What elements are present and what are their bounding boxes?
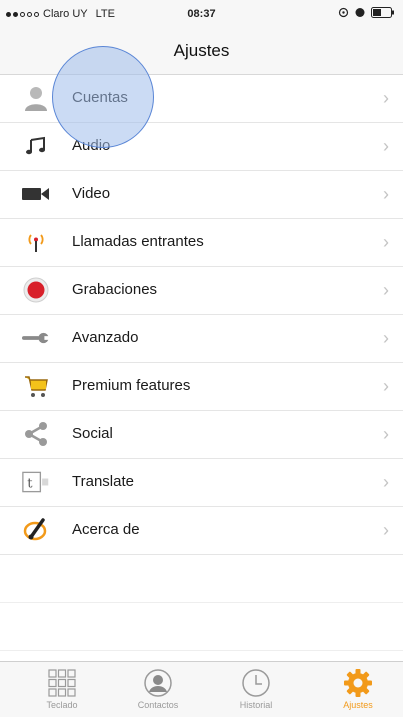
settings-item-label: Social	[72, 425, 113, 442]
wrench-icon	[22, 324, 50, 352]
chevron-right-icon: ›	[383, 232, 389, 252]
chevron-right-icon: ›	[383, 520, 389, 540]
translate-icon: t	[22, 468, 50, 496]
tab-historial[interactable]: Historial	[216, 666, 296, 716]
settings-item-grabaciones[interactable]: Grabaciones ›	[0, 267, 403, 315]
chevron-right-icon: ›	[383, 136, 389, 156]
settings-item-label: Audio	[72, 137, 111, 154]
settings-list: Cuentas › Audio › Video › Llamadas entra…	[0, 75, 403, 651]
tab-label: Historial	[239, 700, 273, 710]
video-camera-icon	[22, 180, 50, 208]
battery-icon	[371, 7, 394, 18]
settings-item-llamadas-entrantes[interactable]: Llamadas entrantes ›	[0, 219, 403, 267]
account-person-icon	[22, 84, 50, 112]
tab-bar: Teclado Contactos Historial Ajustes	[0, 661, 403, 717]
chevron-right-icon: ›	[383, 88, 389, 108]
clock-icon	[216, 666, 296, 700]
settings-item-avanzado[interactable]: Avanzado ›	[0, 315, 403, 363]
settings-item-label: Avanzado	[72, 329, 139, 346]
settings-item-label: Premium features	[72, 377, 191, 394]
settings-item-label: Grabaciones	[72, 281, 158, 298]
chevron-right-icon: ›	[383, 184, 389, 204]
chevron-right-icon: ›	[383, 280, 389, 300]
navigation-bar: Ajustes	[0, 28, 403, 75]
tab-label: Ajustes	[343, 700, 373, 710]
settings-item-label: Video	[72, 185, 111, 202]
alarm-icon	[338, 7, 349, 18]
info-pen-icon	[22, 516, 50, 544]
tab-contactos[interactable]: Contactos	[118, 666, 198, 716]
settings-item-label: Acerca de	[72, 521, 140, 538]
settings-item-label: Translate	[72, 473, 134, 490]
settings-item-premium-features[interactable]: Premium features ›	[0, 363, 403, 411]
tab-label: Teclado	[46, 700, 78, 710]
chevron-right-icon: ›	[383, 472, 389, 492]
music-note-icon	[22, 132, 50, 160]
contacts-icon	[118, 666, 198, 700]
share-icon	[22, 420, 50, 448]
svg-text:t: t	[27, 476, 33, 491]
settings-item-audio[interactable]: Audio ›	[0, 123, 403, 171]
chevron-right-icon: ›	[383, 376, 389, 396]
empty-row	[0, 603, 403, 651]
settings-item-cuentas[interactable]: Cuentas ›	[0, 75, 403, 123]
settings-item-acerca-de[interactable]: Acerca de ›	[0, 507, 403, 555]
settings-item-label: Llamadas entrantes	[72, 233, 204, 250]
lock-rotation-icon	[355, 8, 365, 17]
empty-row	[0, 555, 403, 603]
shopping-cart-icon	[22, 372, 50, 400]
status-icons	[338, 7, 395, 18]
keypad-icon	[22, 666, 102, 700]
settings-item-translate[interactable]: t Translate ›	[0, 459, 403, 507]
antenna-signal-icon	[22, 228, 50, 256]
settings-item-video[interactable]: Video ›	[0, 171, 403, 219]
status-bar: Claro UY LTE 08:37	[0, 0, 403, 28]
tab-teclado[interactable]: Teclado	[22, 666, 102, 716]
page-title: Ajustes	[173, 41, 230, 60]
gear-icon	[318, 666, 398, 700]
chevron-right-icon: ›	[383, 328, 389, 348]
settings-item-social[interactable]: Social ›	[0, 411, 403, 459]
record-icon	[22, 276, 50, 304]
settings-item-label: Cuentas	[72, 89, 128, 106]
tab-label: Contactos	[137, 700, 179, 710]
chevron-right-icon: ›	[383, 424, 389, 444]
tab-ajustes[interactable]: Ajustes	[318, 666, 398, 716]
